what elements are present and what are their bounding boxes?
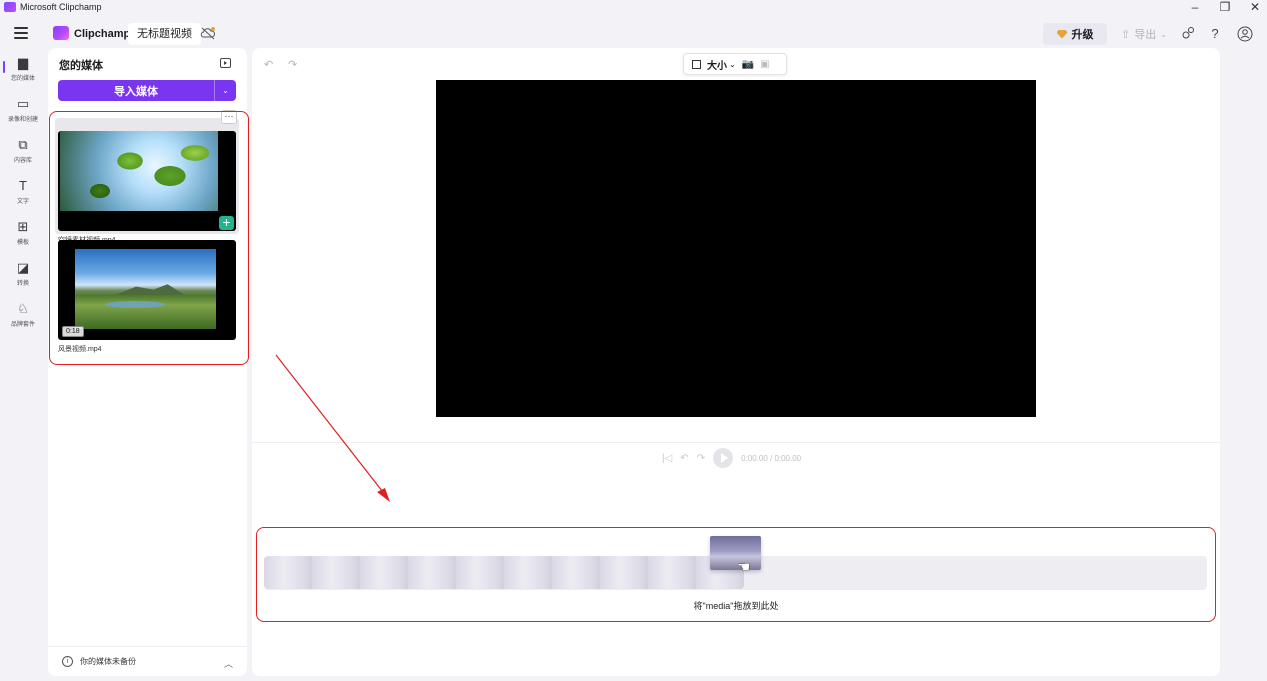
text-icon: T [19, 178, 27, 193]
import-options-chevron-icon[interactable]: ⌄ [214, 80, 236, 101]
maximize-button[interactable]: ❐ [1219, 1, 1231, 13]
video-preview-canvas[interactable] [436, 80, 1036, 417]
rail-item-templates[interactable]: ⊞ 模板 [0, 216, 46, 257]
minimize-button[interactable]: – [1189, 1, 1201, 13]
rewind-5s-icon[interactable]: ↶ [680, 453, 688, 464]
menu-icon[interactable] [14, 27, 28, 39]
media-panel-title: 您的媒体 [59, 60, 103, 72]
import-media-button[interactable]: 导入媒体 ⌄ [58, 80, 236, 101]
timecode: 0:00.00 / 0:00.00 [741, 453, 802, 463]
backup-notice-text: 你的媒体未备份 [80, 657, 136, 666]
upload-icon: ⇧ [1121, 28, 1131, 41]
template-icon: ⊞ [17, 219, 29, 234]
brand-kit-icon: ♘ [17, 301, 29, 316]
info-icon: i [62, 656, 73, 667]
account-switch-icon[interactable] [1180, 26, 1196, 42]
caption-icon[interactable]: ▣ [760, 59, 769, 70]
collapse-panel-icon[interactable] [220, 58, 231, 68]
project-name-field[interactable]: 无标题视频 [128, 23, 201, 45]
stage-divider [252, 442, 1220, 443]
rail-item-label: 文字 [16, 199, 29, 205]
close-button[interactable]: ✕ [1249, 1, 1261, 13]
chevron-down-icon[interactable]: ⌄ [729, 60, 736, 69]
rail-item-content-library[interactable]: ⧉ 内容库 [0, 134, 46, 175]
clipchamp-app-icon [4, 2, 16, 12]
folder-icon: ▆ [18, 55, 28, 70]
rail-item-label: 模板 [16, 240, 29, 246]
play-button[interactable] [713, 448, 734, 468]
profile-avatar-icon[interactable] [1237, 26, 1253, 42]
rail-item-record-create[interactable]: ▭ 录像和创建 [0, 93, 46, 134]
redo-icon[interactable]: ↷ [288, 58, 297, 71]
rail-item-label: 您的媒体 [10, 76, 35, 82]
left-nav-rail: ▆ 您的媒体 ▭ 录像和创建 ⧉ 内容库 T 文字 ⊞ 模板 ◪ 转换 ♘ 品牌… [0, 52, 46, 339]
rail-item-label: 录像和创建 [7, 117, 38, 123]
window-title: Microsoft Clipchamp [20, 2, 102, 12]
rail-item-text[interactable]: T 文字 [0, 175, 46, 216]
app-header: Clipchamp 无标题视频 升级 ⇧ 导出 ⌄ ? [0, 18, 1267, 50]
clipchamp-logo [53, 26, 69, 40]
export-button[interactable]: ⇧ 导出 ⌄ [1121, 26, 1167, 42]
gem-icon [1056, 29, 1068, 39]
aspect-ratio-icon[interactable] [692, 59, 701, 69]
aspect-ratio-dropdown[interactable]: 大小 [707, 57, 727, 72]
rail-item-label: 内容库 [13, 158, 32, 164]
rail-item-label: 品牌套件 [10, 322, 35, 328]
rail-item-your-media[interactable]: ▆ 您的媒体 [0, 52, 46, 93]
brand-name: Clipchamp [74, 28, 131, 40]
backup-notice[interactable]: i 你的媒体未备份 ︿ [48, 646, 247, 676]
annotation-media-highlight [49, 111, 249, 365]
help-icon[interactable]: ? [1207, 26, 1223, 42]
window-controls: – ❐ ✕ [1189, 0, 1261, 14]
playback-controls: |◁ ↶ ↷ 0:00.00 / 0:00.00 [662, 446, 801, 470]
chevron-up-icon[interactable]: ︿ [224, 657, 233, 670]
snapshot-icon[interactable]: 📷 [742, 59, 754, 70]
preview-toolbar: 大小 ⌄ 📷 ▣ [683, 53, 787, 75]
upgrade-label: 升级 [1071, 29, 1094, 41]
rail-item-brand-kit[interactable]: ♘ 品牌套件 [0, 298, 46, 339]
rail-item-label: 转换 [16, 281, 29, 287]
library-icon: ⧉ [18, 137, 28, 152]
skip-back-icon[interactable]: |◁ [662, 453, 672, 464]
forward-5s-icon[interactable]: ↷ [697, 453, 705, 464]
camera-icon: ▭ [16, 96, 30, 111]
cloud-sync-off-icon[interactable] [200, 26, 216, 40]
upgrade-button[interactable]: 升级 [1043, 23, 1107, 45]
import-media-label[interactable]: 导入媒体 [58, 80, 214, 101]
annotation-timeline-highlight [256, 527, 1216, 622]
export-label: 导出 [1134, 29, 1157, 41]
transition-icon: ◪ [16, 260, 30, 275]
window-titlebar: Microsoft Clipchamp – ❐ ✕ [0, 0, 1267, 14]
undo-icon[interactable]: ↶ [264, 58, 273, 71]
rail-item-transitions[interactable]: ◪ 转换 [0, 257, 46, 298]
chevron-down-icon: ⌄ [1160, 29, 1167, 39]
